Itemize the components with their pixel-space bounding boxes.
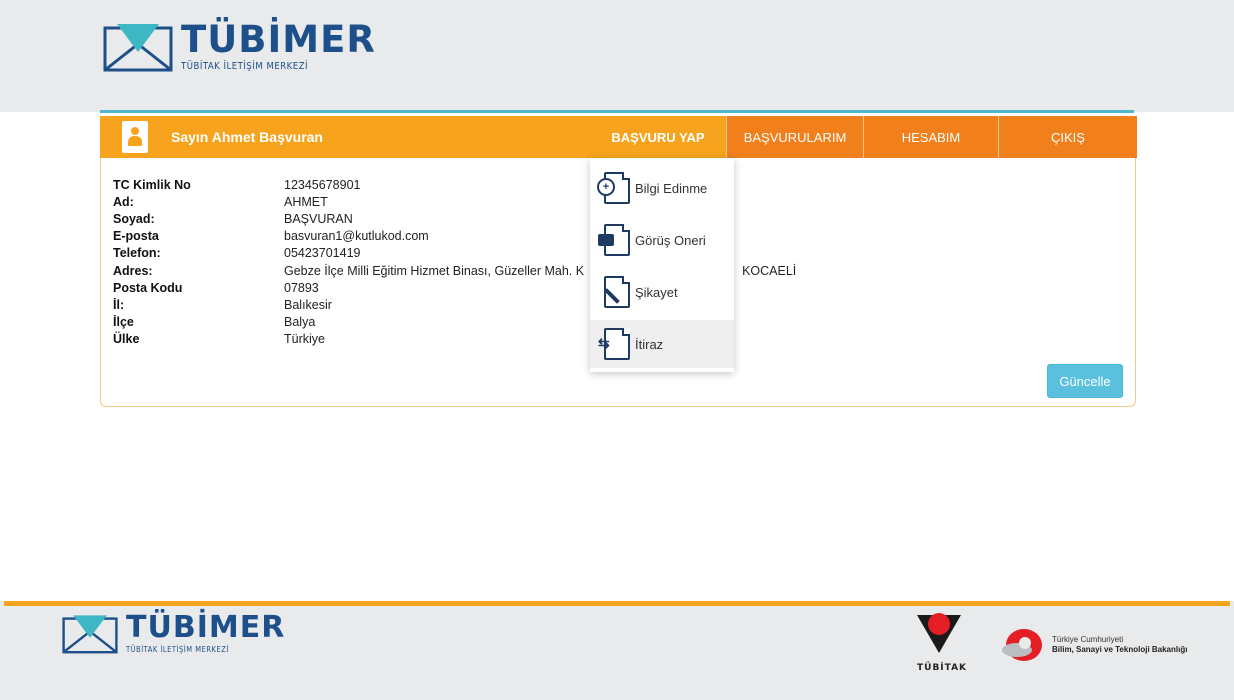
menu-item-label: İtiraz — [635, 336, 664, 352]
tab-cikis[interactable]: ÇIKIŞ — [998, 116, 1137, 158]
detail-label: İl: — [113, 297, 125, 312]
greeting-text: Sayın Ahmet Başvuran — [171, 129, 323, 145]
detail-label: Adres: — [113, 263, 153, 278]
tab-basvuru-yap[interactable]: BAŞVURU YAP — [590, 116, 726, 158]
tubitak-logo[interactable]: TÜBİTAK — [917, 613, 968, 673]
detail-value: Gebze İlçe Milli Eğitim Hizmet Binası, G… — [284, 263, 585, 278]
menu-item-label: Görüş Oneri — [635, 232, 706, 248]
user-document-icon — [122, 121, 148, 153]
menu-item-itiraz[interactable]: ⇆ İtiraz — [590, 320, 734, 368]
tubitak-emblem-icon — [917, 613, 961, 653]
brand-name: TÜBİMER — [181, 17, 376, 61]
basvuru-dropdown-menu: + Bilgi Edinme Görüş Oneri Şikayet ⇆ İti… — [590, 158, 734, 372]
ministry-logo[interactable]: Türkiye Cumhuriyeti Bilim, Sanayi ve Tek… — [1000, 625, 1187, 665]
detail-value: BAŞVURAN — [284, 211, 353, 226]
tab-hesabim[interactable]: HESABIM — [863, 116, 998, 158]
detail-label: Telefon: — [113, 246, 161, 261]
detail-label: İlçe — [113, 315, 134, 330]
detail-value: Balıkesir — [284, 297, 332, 312]
ministry-line1: Türkiye Cumhuriyeti — [1052, 635, 1124, 645]
detail-value: basvuran1@kutlukod.com — [284, 229, 429, 244]
gear-emblem-icon — [1000, 625, 1048, 665]
header-divider — [100, 110, 1134, 113]
menu-item-label: Bilgi Edinme — [635, 180, 708, 196]
document-pen-icon — [604, 276, 630, 308]
user-greeting: Sayın Ahmet Başvuran — [100, 116, 323, 158]
detail-value: 07893 — [284, 280, 319, 295]
detail-label: E-posta — [113, 229, 159, 244]
detail-label: Ülke — [113, 332, 140, 347]
detail-value: AHMET — [284, 194, 328, 209]
tab-basvurularim[interactable]: BAŞVURULARIM — [726, 116, 863, 158]
brand-subtitle: TÜBİTAK İLETİŞİM MERKEZİ — [181, 60, 309, 72]
main-navbar: Sayın Ahmet Başvuran BAŞVURU YAP BAŞVURU… — [100, 116, 1137, 158]
footer-tubimer-logo[interactable]: TÜBİMER TÜBİTAK İLETİŞİM MERKEZİ — [62, 612, 285, 654]
brand-subtitle: TÜBİTAK İLETİŞİM MERKEZİ — [126, 644, 229, 654]
detail-value: 05423701419 — [284, 246, 361, 261]
document-comment-icon — [598, 224, 630, 256]
detail-label: Posta Kodu — [113, 280, 183, 295]
menu-item-label: Şikayet — [635, 284, 678, 300]
detail-value: 12345678901 — [284, 177, 361, 192]
menu-item-sikayet[interactable]: Şikayet — [590, 268, 734, 316]
detail-label: TC Kimlik No — [113, 177, 191, 192]
site-header: TÜBİMER TÜBİTAK İLETİŞİM MERKEZİ — [0, 0, 1234, 113]
footer-divider — [4, 601, 1230, 606]
detail-label: Soyad: — [113, 211, 155, 226]
envelope-logo-icon — [103, 24, 173, 72]
menu-item-bilgi-edinme[interactable]: + Bilgi Edinme — [590, 164, 734, 212]
envelope-logo-icon — [62, 615, 118, 654]
document-arrows-icon: ⇆ — [598, 328, 630, 360]
detail-label: Ad: — [113, 194, 134, 209]
tubimer-logo[interactable]: TÜBİMER TÜBİTAK İLETİŞİM MERKEZİ — [103, 20, 376, 72]
document-zoom-icon: + — [597, 172, 630, 204]
ministry-line2: Bilim, Sanayi ve Teknoloji Bakanlığı — [1052, 645, 1188, 654]
menu-item-gorus-oneri[interactable]: Görüş Oneri — [590, 216, 734, 264]
address-tail: KOCAELİ — [742, 263, 797, 278]
update-button[interactable]: Güncelle — [1047, 364, 1123, 398]
detail-value: Balya — [284, 315, 316, 330]
detail-value: Türkiye — [284, 332, 325, 347]
brand-name: TÜBİMER — [126, 609, 286, 645]
tubitak-text: TÜBİTAK — [917, 663, 968, 673]
